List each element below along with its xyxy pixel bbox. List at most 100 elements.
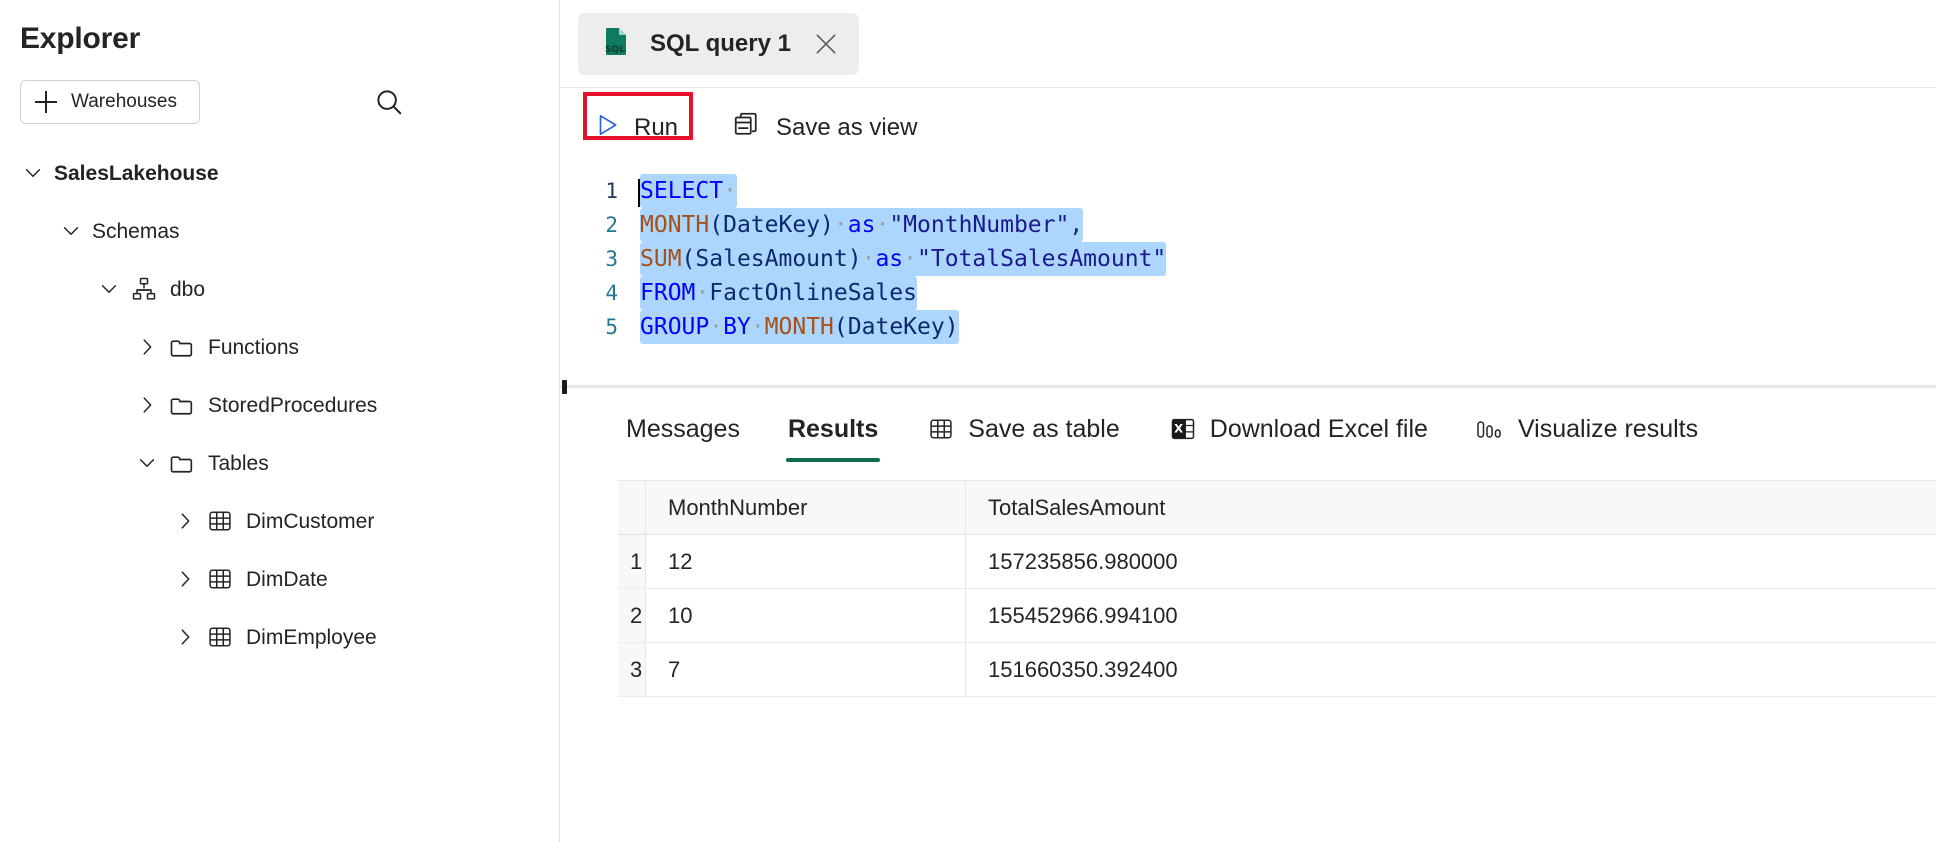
results-tab-save-as-table[interactable]: Save as table (922, 406, 1124, 462)
table-row[interactable]: 1 12 157235856.980000 (618, 535, 1936, 589)
tree-item-label: DimCustomer (246, 509, 375, 533)
chevron-down-icon[interactable] (58, 218, 84, 244)
cell-totalsalesamount[interactable]: 157235856.980000 (966, 535, 1936, 588)
copy-view-icon (732, 110, 762, 147)
tree-item-label: DimEmployee (246, 625, 377, 649)
results-tab-messages[interactable]: Messages (622, 407, 744, 462)
results-tab-download-excel-file[interactable]: X Download Excel file (1164, 406, 1432, 462)
folder-icon (168, 449, 196, 477)
chevron-right-icon[interactable] (172, 624, 198, 650)
explorer-sidebar: Explorer Warehouses SalesLakehouse Schema… (0, 0, 560, 842)
cell-totalsalesamount[interactable]: 155452966.994100 (966, 589, 1936, 642)
chevron-down-icon[interactable] (20, 160, 46, 186)
search-icon[interactable] (369, 82, 409, 122)
table-icon (206, 565, 234, 593)
results-tab-label: Download Excel file (1209, 414, 1428, 443)
line-number: 2 (605, 213, 618, 237)
tree-item-dimdate[interactable]: DimDate (0, 550, 559, 608)
tree-item-label: Tables (208, 451, 269, 475)
code-text[interactable]: FROM·FactOnlineSales (640, 276, 917, 310)
tree-item-dbo[interactable]: dbo (0, 260, 559, 318)
grid-corner-cell (618, 481, 646, 534)
code-line[interactable]: 3 SUM(SalesAmount)·as·"TotalSalesAmount" (560, 242, 1936, 276)
table-icon (206, 507, 234, 535)
save-as-view-button[interactable]: Save as view (722, 104, 927, 153)
table-icon (926, 414, 956, 444)
chevron-right-icon[interactable] (172, 508, 198, 534)
tree-item-label: StoredProcedures (208, 393, 378, 417)
code-line[interactable]: 2 MONTH(DateKey)·as·"MonthNumber", (560, 208, 1936, 242)
close-icon[interactable] (809, 27, 843, 61)
tree-item-dimemployee[interactable]: DimEmployee (0, 608, 559, 666)
tree-item-tables[interactable]: Tables (0, 434, 559, 492)
command-bar: Run Save as view (560, 88, 1936, 168)
cell-monthnumber[interactable]: 12 (646, 535, 966, 588)
row-number: 3 (618, 643, 646, 696)
tab-sql-query-1[interactable]: SQL SQL query 1 (578, 12, 859, 75)
column-header[interactable]: MonthNumber (646, 481, 966, 534)
excel-icon: X (1168, 414, 1198, 444)
chevron-right-icon[interactable] (134, 334, 160, 360)
code-text[interactable]: SUM(SalesAmount)·as·"TotalSalesAmount" (640, 242, 1167, 276)
save-as-view-label: Save as view (776, 114, 918, 141)
line-number: 4 (605, 281, 618, 305)
table-row[interactable]: 3 7 151660350.392400 (618, 643, 1936, 697)
code-line[interactable]: 5 GROUP·BY·MONTH(DateKey) (560, 310, 1936, 344)
chevron-down-icon[interactable] (134, 450, 160, 476)
folder-icon (168, 391, 196, 419)
code-line[interactable]: 1 SELECT· (560, 174, 1936, 208)
sql-code-editor[interactable]: 1 SELECT· 2 MONTH(DateKey)·as·"MonthNumber"… (560, 168, 1936, 385)
folder-icon (168, 333, 196, 361)
table-row[interactable]: 2 10 155452966.994100 (618, 589, 1936, 643)
sql-query-editor-app: Explorer Warehouses SalesLakehouse Schema… (0, 0, 1936, 842)
splitter-handle[interactable] (562, 380, 567, 394)
tree-item-label: Functions (208, 335, 300, 359)
line-number: 1 (605, 179, 618, 203)
main-panel: SQL SQL query 1 Run Save as view 1 SELEC… (560, 0, 1936, 842)
cell-totalsalesamount[interactable]: 151660350.392400 (966, 643, 1936, 696)
results-tab-results[interactable]: Results (784, 407, 882, 462)
run-button[interactable]: Run (584, 106, 688, 151)
cell-monthnumber[interactable]: 7 (646, 643, 966, 696)
chart-icon (1476, 414, 1506, 444)
code-line[interactable]: 4 FROM·FactOnlineSales (560, 276, 1936, 310)
tree-item-schemas[interactable]: Schemas (0, 202, 559, 260)
chevron-right-icon[interactable] (134, 392, 160, 418)
code-text[interactable]: MONTH(DateKey)·as·"MonthNumber", (640, 208, 1084, 242)
tree-item-dimcustomer[interactable]: DimCustomer (0, 492, 559, 550)
results-tab-visualize-results[interactable]: Visualize results (1472, 406, 1702, 462)
results-tab-label: Save as table (968, 414, 1120, 443)
explorer-tree: SalesLakehouse Schemas dbo Functions StoredP… (0, 144, 559, 666)
svg-text:X: X (1174, 422, 1183, 436)
tree-item-label: SalesLakehouse (54, 161, 219, 185)
plus-icon (35, 91, 57, 113)
results-tab-label: Visualize results (1517, 414, 1699, 443)
tab-label: SQL query 1 (650, 29, 791, 57)
results-pane: Messages Results Save as table X Download Ex… (560, 388, 1936, 842)
line-number: 5 (605, 315, 618, 339)
chevron-down-icon[interactable] (96, 276, 122, 302)
page-title: Explorer (20, 22, 141, 55)
tree-item-saleslakehouse[interactable]: SalesLakehouse (0, 144, 559, 202)
add-warehouses-label: Warehouses (71, 91, 177, 112)
table-icon (206, 623, 234, 651)
add-warehouses-button[interactable]: Warehouses (20, 80, 200, 124)
chevron-right-icon[interactable] (172, 566, 198, 592)
results-tab-label: Messages (626, 414, 740, 443)
row-number: 2 (618, 589, 646, 642)
tree-item-label: DimDate (246, 567, 328, 591)
column-header[interactable]: TotalSalesAmount (966, 481, 1936, 534)
sql-file-icon: SQL (600, 25, 632, 62)
tree-item-storedprocedures[interactable]: StoredProcedures (0, 376, 559, 434)
tree-item-functions[interactable]: Functions (0, 318, 559, 376)
schema-icon (130, 275, 158, 303)
text-caret (638, 179, 640, 207)
editor-results-splitter[interactable] (560, 380, 1936, 394)
grid-header-row: MonthNumber TotalSalesAmount (618, 481, 1936, 535)
run-label: Run (634, 114, 679, 141)
cell-monthnumber[interactable]: 10 (646, 589, 966, 642)
code-text[interactable]: GROUP·BY·MONTH(DateKey) (640, 310, 959, 344)
document-tabstrip: SQL SQL query 1 (560, 0, 1936, 88)
results-toolbar: Messages Results Save as table X Download Ex… (560, 388, 1936, 480)
code-text[interactable]: SELECT· (638, 174, 737, 208)
